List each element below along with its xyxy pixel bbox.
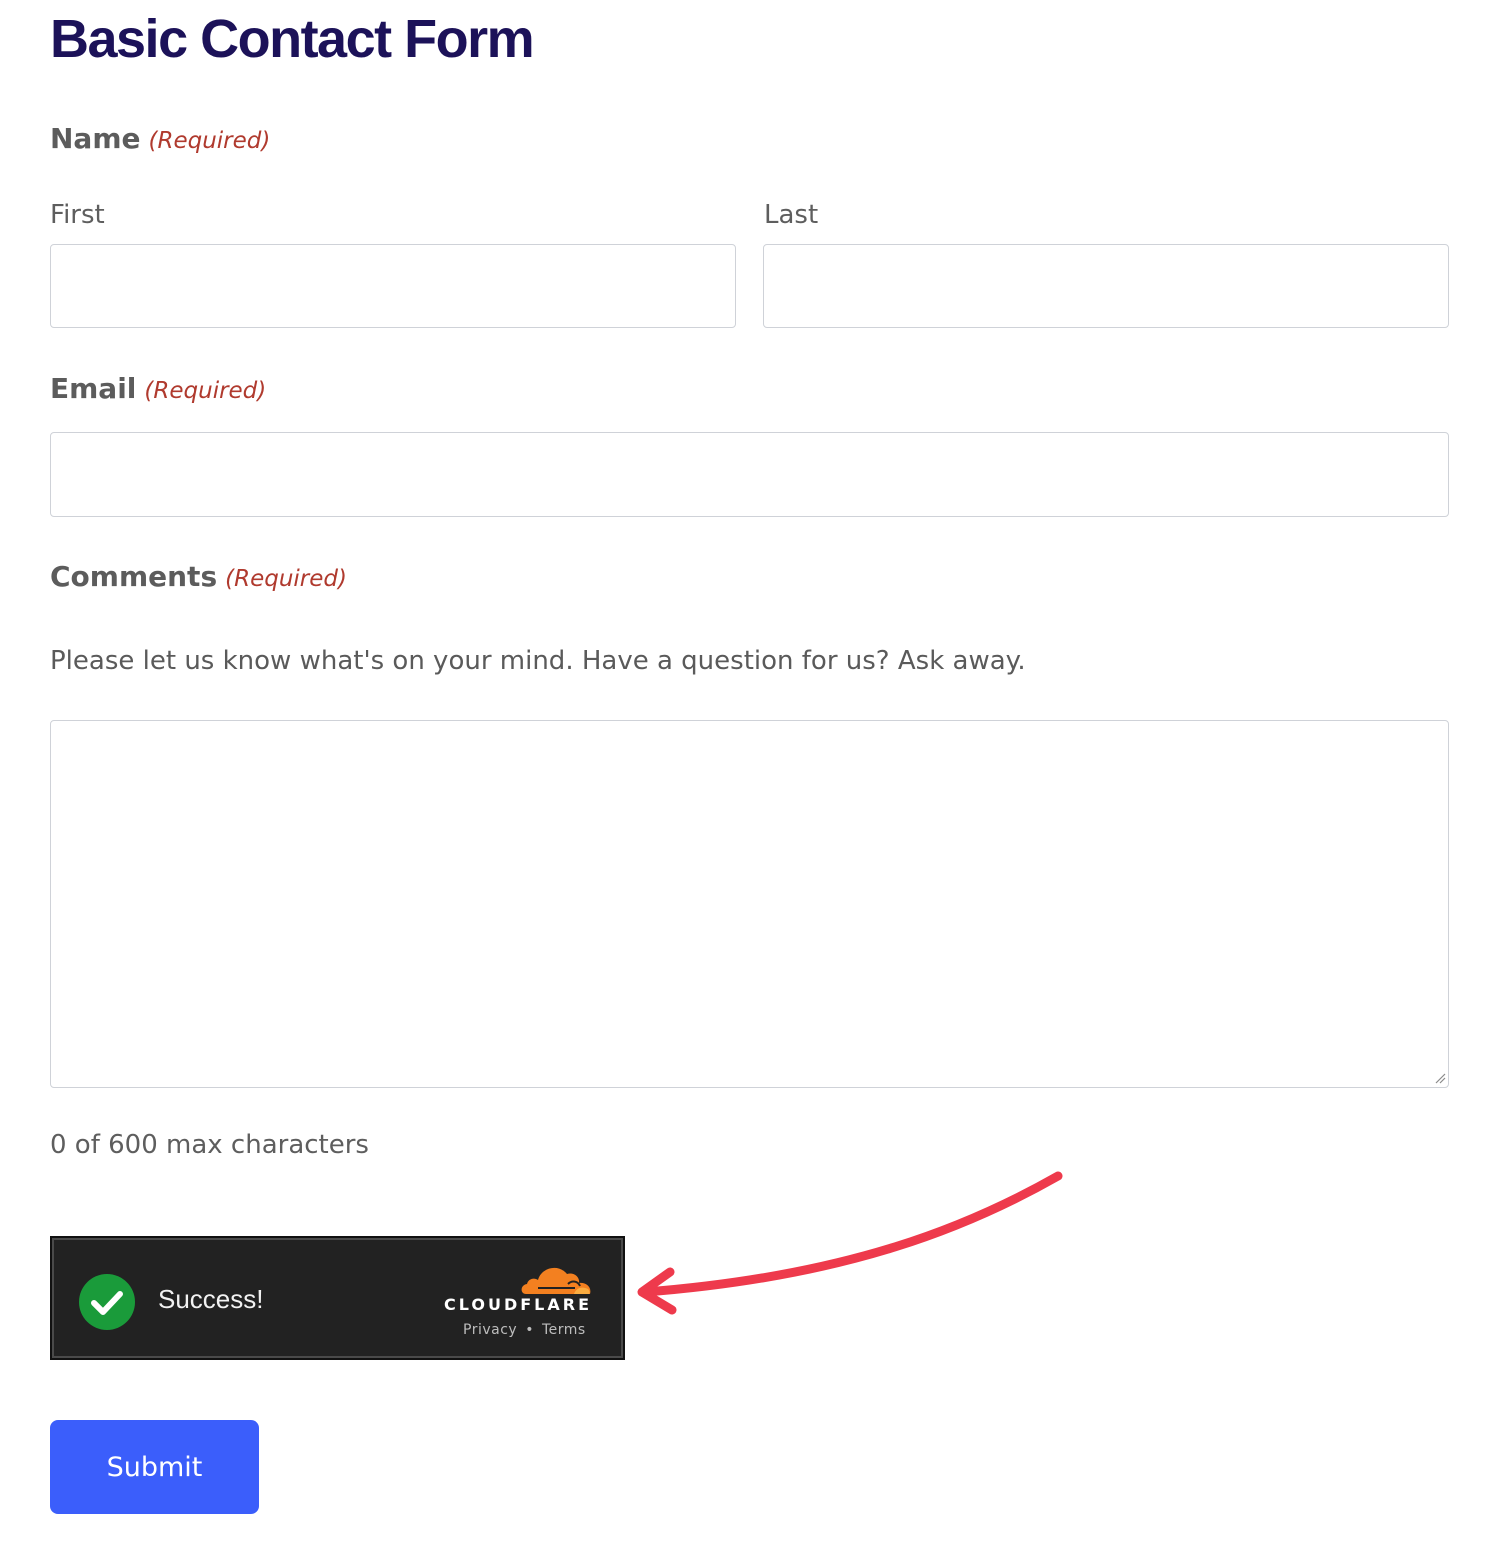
first-name-label: First [50,200,105,230]
page-title: Basic Contact Form [50,9,535,69]
character-counter: 0 of 600 max characters [50,1130,369,1160]
comments-label-text: Comments [50,560,218,593]
name-label-text: Name [50,122,141,155]
privacy-link[interactable]: Privacy [463,1322,517,1338]
terms-link[interactable]: Terms [542,1322,586,1338]
comments-description: Please let us know what's on your mind. … [50,646,1026,676]
resize-grip-icon[interactable] [1434,1072,1446,1084]
email-required-marker: (Required) [144,378,267,404]
turnstile-status: Success! [158,1284,264,1314]
email-label-text: Email [50,372,137,405]
curved-arrow-icon [637,1171,1063,1315]
turnstile-links: Privacy • Terms [463,1322,586,1338]
cloudflare-turnstile-widget: Success! CLOUDFLARE Privacy • Terms [50,1236,625,1360]
comments-textarea[interactable] [50,720,1449,1088]
check-circle-icon [79,1274,135,1330]
link-separator: • [525,1322,534,1338]
cloudflare-wordmark: CLOUDFLARE [444,1295,592,1314]
comments-required-marker: (Required) [225,566,347,592]
email-label: Email (Required) [50,372,266,405]
cloudflare-cloud-icon [521,1267,591,1294]
comments-label: Comments (Required) [50,560,347,593]
name-required-marker: (Required) [148,128,271,154]
name-label: Name (Required) [50,122,270,155]
last-name-label: Last [764,200,819,230]
email-input[interactable] [50,432,1449,517]
first-name-input[interactable] [50,244,736,328]
submit-button[interactable]: Submit [50,1420,259,1514]
last-name-input[interactable] [763,244,1449,328]
